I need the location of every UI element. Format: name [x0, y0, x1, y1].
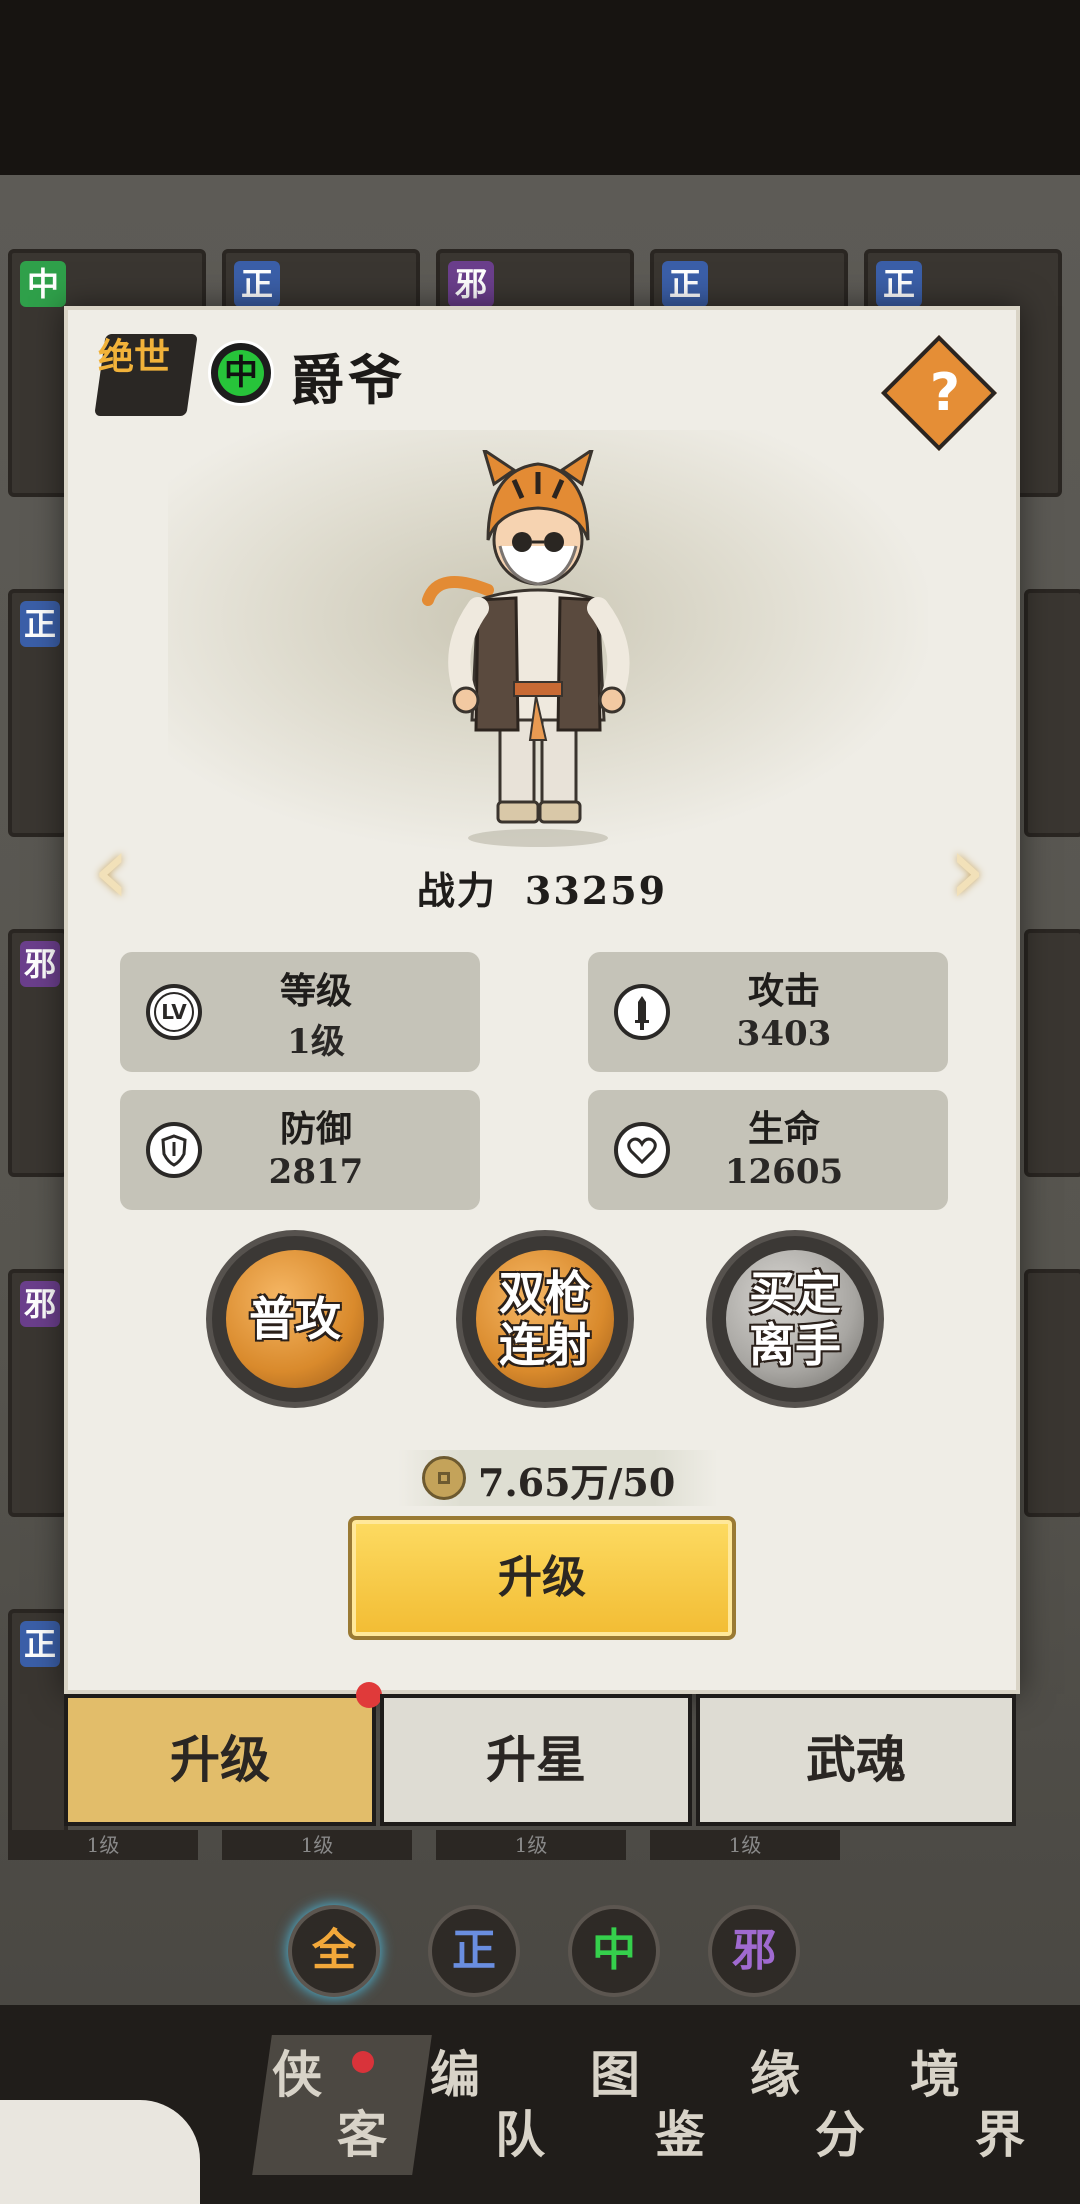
- stat-label: 攻击: [747, 970, 820, 1012]
- nav-char: 编: [430, 2045, 480, 2104]
- tab-star-up[interactable]: 升星: [380, 1694, 692, 1826]
- faction-filter-bar: 全 正 中 邪: [0, 1905, 1080, 1997]
- skill-place-bet[interactable]: 买定 离手: [712, 1236, 878, 1402]
- stat-label: 防御: [279, 1108, 352, 1150]
- skill-double-gun[interactable]: 双枪 连射: [462, 1236, 628, 1402]
- skill-label: 普攻: [249, 1292, 341, 1346]
- bg-card-level: 1级: [222, 1830, 412, 1860]
- tab-martial-soul[interactable]: 武魂: [696, 1694, 1016, 1826]
- bg-card-tag: 正: [20, 601, 60, 647]
- skill-normal-attack[interactable]: 普攻: [212, 1236, 378, 1402]
- hero-name: 爵爷: [290, 348, 406, 412]
- bg-card-tag: 邪: [20, 1281, 60, 1327]
- bg-card-tag: 正: [876, 261, 922, 307]
- nav-team[interactable]: 编 队: [420, 2035, 590, 2185]
- bg-card-tag: 中: [20, 261, 66, 307]
- skill-label-line: 买定: [749, 1266, 841, 1320]
- combat-power: 战力 33259: [68, 860, 1016, 915]
- bg-card-level: 1级: [8, 1830, 198, 1860]
- nav-realm[interactable]: 境 界: [900, 2035, 1070, 2185]
- filter-neutral-button[interactable]: 中: [568, 1905, 660, 1997]
- bg-card-tag: 正: [234, 261, 280, 307]
- faction-badge: 中: [208, 340, 274, 406]
- stat-attack: 攻击 3403: [588, 952, 948, 1072]
- upgrade-button[interactable]: 升级: [348, 1516, 736, 1640]
- nav-char: 分: [815, 2105, 865, 2164]
- skill-label-line: 离手: [749, 1318, 841, 1372]
- hero-detail-panel: 绝世 中 爵爷 ? ‹ › 战力 33259 LV 等级 1级 攻击 3403 …: [64, 306, 1020, 1694]
- stat-value: 2817: [268, 1152, 364, 1192]
- filter-evil-button[interactable]: 邪: [708, 1905, 800, 1997]
- notification-dot: [356, 1682, 382, 1708]
- upgrade-button-label: 升级: [498, 1552, 586, 1603]
- stat-value: 3403: [736, 1014, 832, 1054]
- bg-card-tag: 邪: [448, 261, 494, 307]
- stat-label: 等级: [279, 970, 352, 1012]
- nav-heroes[interactable]: 侠 客: [252, 2035, 432, 2185]
- stat-value: 1级: [287, 1022, 345, 1062]
- question-icon: ?: [929, 363, 961, 423]
- back-button[interactable]: [0, 2100, 200, 2204]
- skill-label: 双枪 连射: [462, 1236, 628, 1402]
- stat-health: 生命 12605: [588, 1090, 948, 1210]
- skill-label-line: 双枪: [499, 1266, 591, 1320]
- skill-label-line: 连射: [499, 1318, 591, 1372]
- nav-char: 鉴: [655, 2105, 705, 2164]
- notification-dot: [352, 2051, 374, 2073]
- filter-all-button[interactable]: 全: [288, 1905, 380, 1997]
- bg-hero-card[interactable]: 正: [8, 1609, 68, 1857]
- nav-char: 侠: [272, 2045, 322, 2104]
- stat-label: 生命: [747, 1108, 820, 1150]
- bg-card-level: 1级: [650, 1830, 840, 1860]
- cost-text: 7.65万/50: [478, 1460, 676, 1505]
- power-label: 战力: [416, 868, 497, 913]
- nav-char: 队: [495, 2105, 545, 2164]
- bg-card-tag: 正: [662, 261, 708, 307]
- grade-label: 绝世: [98, 336, 171, 378]
- nav-char: 界: [975, 2105, 1025, 2164]
- stat-defense: 防御 2817: [120, 1090, 480, 1210]
- coin-icon: [422, 1456, 466, 1500]
- nav-char: 境: [910, 2045, 960, 2104]
- nav-bonds[interactable]: 缘 分: [740, 2035, 910, 2185]
- bg-hero-card[interactable]: 正: [8, 589, 68, 837]
- nav-char: 客: [337, 2105, 387, 2164]
- power-value: 33259: [524, 868, 668, 913]
- bg-hero-card[interactable]: [1024, 589, 1080, 837]
- bg-hero-card[interactable]: 邪: [8, 1269, 68, 1517]
- bg-hero-card[interactable]: [1024, 929, 1080, 1177]
- detail-tabs: 升级 升星 武魂: [64, 1682, 1020, 1830]
- filter-righteous-button[interactable]: 正: [428, 1905, 520, 1997]
- bg-card-tag: 邪: [20, 941, 60, 987]
- bg-card-tag: 正: [20, 1621, 60, 1667]
- nav-gallery[interactable]: 图 鉴: [580, 2035, 750, 2185]
- bg-hero-card[interactable]: 邪: [8, 929, 68, 1177]
- nav-char: 缘: [750, 2045, 800, 2104]
- bg-hero-card[interactable]: [1024, 1269, 1080, 1517]
- faction-label: 中: [218, 350, 264, 396]
- bg-card-level: 1级: [436, 1830, 626, 1860]
- stat-level: LV 等级 1级: [120, 952, 480, 1072]
- hero-portrait: [422, 450, 630, 847]
- stat-value: 12605: [724, 1152, 844, 1192]
- top-bar: [0, 0, 1080, 175]
- skill-label: 买定 离手: [712, 1236, 878, 1402]
- tab-upgrade[interactable]: 升级: [64, 1694, 376, 1826]
- nav-char: 图: [590, 2045, 640, 2104]
